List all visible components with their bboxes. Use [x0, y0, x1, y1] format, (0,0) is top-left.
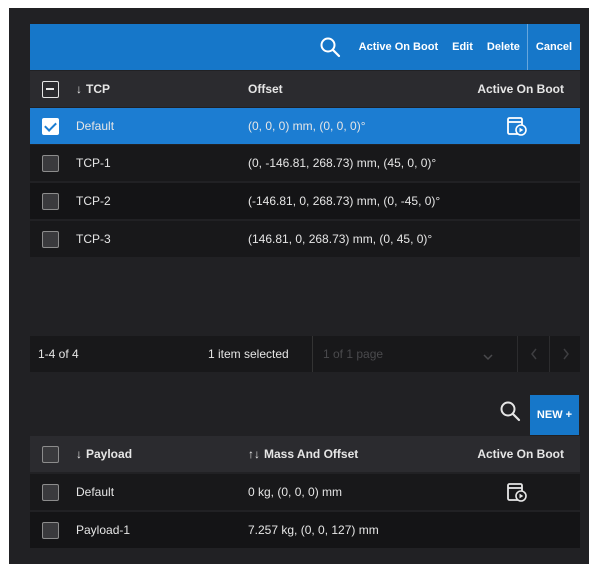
tcp-name: TCP-2 [76, 194, 111, 208]
sort-down-icon: ↓ [76, 82, 82, 96]
new-payload-button[interactable]: NEW + [530, 395, 579, 435]
table-row[interactable]: Default (0, 0, 0) mm, (0, 0, 0)° [30, 108, 580, 144]
active-on-boot-column-header[interactable]: Active On Boot [477, 447, 564, 461]
page-selector: 1 of 1 page [312, 336, 580, 372]
row-checkbox[interactable] [42, 117, 59, 135]
sort-down-icon: ↓ [76, 447, 82, 461]
row-checkbox[interactable] [42, 483, 59, 501]
active-on-boot-icon [505, 114, 529, 138]
select-all-checkbox[interactable] [42, 445, 59, 463]
table-row[interactable]: TCP-3 (146.81, 0, 268.73) mm, (0, 45, 0)… [30, 221, 580, 257]
row-checkbox[interactable] [42, 192, 59, 210]
active-on-boot-button[interactable]: Active On Boot [352, 41, 445, 53]
tcp-offset: (146.81, 0, 268.73) mm, (0, 45, 0)° [248, 232, 433, 246]
pagination-bar: 1-4 of 4 1 item selected 1 of 1 page [30, 336, 580, 372]
payload-name: Default [76, 485, 115, 499]
chevron-down-icon[interactable] [483, 350, 493, 364]
payload-mass: 0 kg, (0, 0, 0) mm [248, 485, 343, 499]
payload-table-header: ↓ Payload ↑↓ Mass And Offset Active On Boo… [30, 436, 580, 472]
payload-column-header[interactable]: ↓ Payload [76, 447, 132, 461]
table-row[interactable]: Default 0 kg, (0, 0, 0) mm [30, 474, 580, 510]
chevron-left-icon[interactable] [517, 336, 549, 372]
cancel-button[interactable]: Cancel [526, 24, 580, 70]
tcp-offset: (0, -146.81, 268.73) mm, (45, 0, 0)° [248, 156, 437, 170]
tcp-name: Default [76, 119, 115, 133]
search-icon[interactable] [497, 398, 523, 424]
chevron-right-icon[interactable] [549, 336, 581, 372]
offset-column-header[interactable]: Offset [248, 82, 283, 96]
tcp-offset: (0, 0, 0) mm, (0, 0, 0)° [248, 119, 366, 133]
table-row[interactable]: TCP-2 (-146.81, 0, 268.73) mm, (0, -45, … [30, 183, 580, 219]
row-checkbox[interactable] [42, 154, 59, 172]
table-row[interactable]: TCP-1 (0, -146.81, 268.73) mm, (45, 0, 0… [30, 145, 580, 181]
sort-both-icon: ↑↓ [248, 447, 260, 461]
row-checkbox[interactable] [42, 230, 59, 248]
table-row[interactable]: Payload-1 7.257 kg, (0, 0, 127) mm [30, 512, 580, 548]
payload-name: Payload-1 [76, 523, 131, 537]
active-on-boot-icon [505, 480, 529, 504]
row-count: 1-4 of 4 [38, 347, 79, 361]
tcp-table-header: ↓ TCP Offset Active On Boot [30, 71, 580, 107]
delete-button[interactable]: Delete [480, 41, 527, 53]
mass-offset-column-header[interactable]: ↑↓ Mass And Offset [248, 447, 358, 461]
select-all-checkbox[interactable] [42, 80, 59, 98]
tcp-offset: (-146.81, 0, 268.73) mm, (0, -45, 0)° [248, 194, 441, 208]
search-icon[interactable] [318, 35, 342, 59]
tcp-column-header[interactable]: ↓ TCP [76, 82, 110, 96]
page-of-label: 1 of 1 page [323, 347, 384, 361]
active-on-boot-column-header[interactable]: Active On Boot [477, 82, 564, 96]
edit-button[interactable]: Edit [445, 41, 480, 53]
payload-mass: 7.257 kg, (0, 0, 127) mm [248, 523, 379, 537]
selection-count: 1 item selected [208, 347, 289, 361]
tcp-name: TCP-1 [76, 156, 111, 170]
tcp-name: TCP-3 [76, 232, 111, 246]
tcp-toolbar: Active On Boot Edit Delete Cancel [30, 24, 580, 70]
row-checkbox[interactable] [42, 521, 59, 539]
